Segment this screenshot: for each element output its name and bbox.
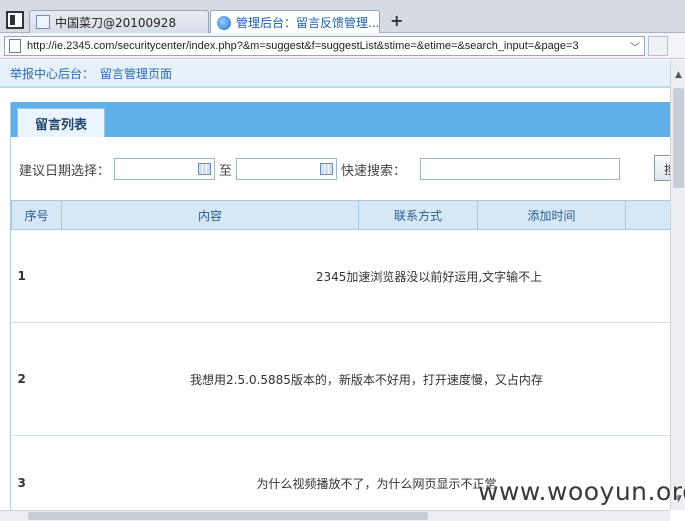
page-icon [9, 39, 21, 53]
vertical-scroll-thumb[interactable] [673, 88, 684, 188]
horizontal-scrollbar[interactable] [0, 510, 670, 521]
calendar-icon[interactable] [198, 163, 212, 175]
table-row: 1 2345加速浏览器没以前好运用,文字输不上 [11, 229, 670, 323]
window-menu-icon[interactable] [6, 11, 24, 29]
watermark: www.wooyun.org [478, 477, 685, 506]
row-content-text: 为什么视频播放不了，为什么网页显示不正常 [256, 476, 497, 491]
new-tab-button[interactable]: + [390, 13, 403, 29]
breadcrumb: 举报中心后台： 留言管理页面 [0, 60, 670, 88]
address-bar[interactable]: http://ie.2345.com/securitycenter/index.… [4, 36, 645, 56]
end-date-input[interactable] [236, 158, 338, 180]
browser-tab-inactive[interactable]: 中国菜刀@20100928 [29, 10, 209, 33]
tab-label: 管理后台：留言反馈管理... [236, 16, 380, 30]
date-filter-label: 建议日期选择： [19, 163, 111, 179]
ie-favicon-icon [217, 15, 231, 30]
chevron-down-icon[interactable]: ﹀ [626, 39, 644, 54]
calendar-icon[interactable] [320, 163, 334, 175]
date-range-separator: 至 [219, 163, 233, 179]
row-index: 1 [11, 229, 62, 323]
column-header-contact: 联系方式 [358, 200, 478, 230]
row-content-text: 我想用2.5.0.5885版本的，新版本不好用，打开速度慢，又占内存 [190, 372, 543, 387]
breadcrumb-current[interactable]: 留言管理页面 [100, 65, 172, 82]
row-index: 3 [11, 435, 62, 510]
browser-tab-strip: 中国菜刀@20100928 管理后台：留言反馈管理... + [0, 0, 685, 34]
page-favicon-icon [36, 15, 50, 29]
tab-label: 中国菜刀@20100928 [55, 15, 177, 30]
column-header-content: 内容 [61, 200, 359, 230]
vertical-scrollbar[interactable]: ▲ ▼ [670, 60, 685, 510]
go-button[interactable] [648, 36, 668, 56]
panel-header: 留言列表 [11, 102, 670, 137]
search-input[interactable] [420, 158, 621, 180]
start-date-input[interactable] [114, 158, 216, 180]
table-header-row: 序号 内容 联系方式 添加时间 [11, 200, 670, 230]
message-list-panel: 留言列表 建议日期选择： 至 快速搜索： 搜 序号 内容 联系方式 [10, 102, 670, 510]
search-button[interactable]: 搜 [654, 155, 670, 181]
scroll-up-icon[interactable]: ▲ [671, 70, 685, 84]
tab-message-list[interactable]: 留言列表 [17, 108, 105, 137]
page-viewport: 举报中心后台： 留言管理页面 留言列表 建议日期选择： 至 快速搜索： 搜 [0, 60, 670, 510]
browser-tab-active[interactable]: 管理后台：留言反馈管理... [210, 10, 380, 34]
breadcrumb-root: 举报中心后台： [10, 66, 95, 81]
column-header-index: 序号 [11, 200, 62, 230]
horizontal-scroll-thumb[interactable] [28, 512, 428, 520]
search-label: 快速搜索： [341, 163, 407, 179]
row-content-text: 2345加速浏览器没以前好运用,文字输不上 [315, 269, 543, 284]
url-text[interactable]: http://ie.2345.com/securitycenter/index.… [27, 40, 626, 52]
row-content: 2345加速浏览器没以前好运用,文字输不上 [61, 229, 670, 323]
row-content: 我想用2.5.0.5885版本的，新版本不好用，打开速度慢，又占内存 [61, 322, 670, 436]
column-header-extra [625, 200, 670, 230]
message-table: 序号 内容 联系方式 添加时间 1 2345加速浏览器没以前好运用,文字输不上 … [11, 200, 670, 510]
table-row: 2 我想用2.5.0.5885版本的，新版本不好用，打开速度慢，又占内存 [11, 322, 670, 436]
address-bar-row: http://ie.2345.com/securitycenter/index.… [0, 33, 685, 59]
filter-bar: 建议日期选择： 至 快速搜索： [19, 157, 621, 181]
row-index: 2 [11, 322, 62, 436]
column-header-added-time: 添加时间 [477, 200, 626, 230]
